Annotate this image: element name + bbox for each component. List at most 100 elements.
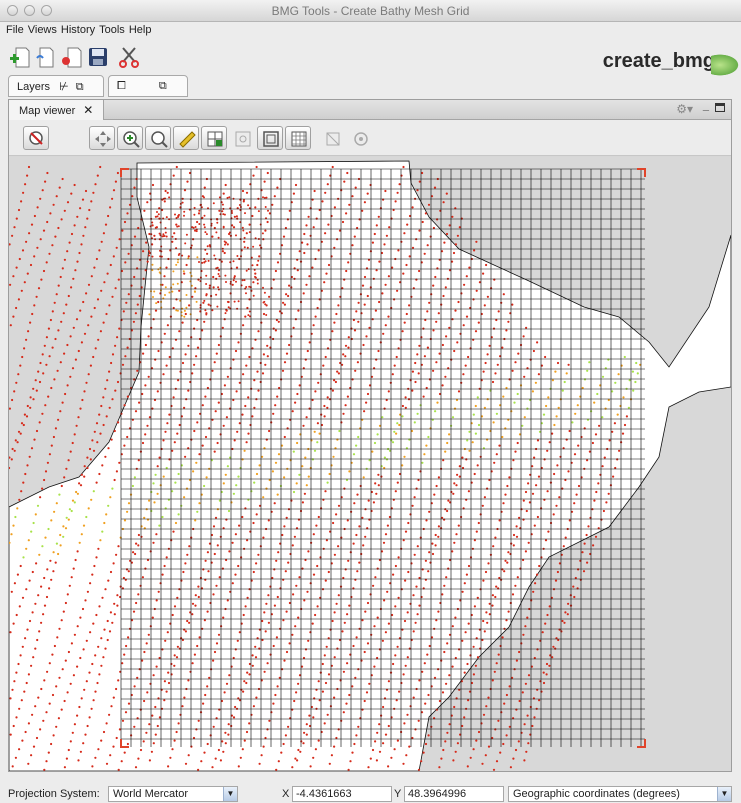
sounding-point	[117, 768, 120, 771]
sounding-point	[273, 195, 276, 198]
sounding-point	[382, 742, 385, 745]
measure-button[interactable]	[173, 126, 199, 150]
sounding-point	[296, 759, 299, 762]
sounding-point	[423, 355, 426, 358]
tab-history-panel[interactable]: ⧠ ⧉	[108, 75, 188, 97]
sounding-point	[535, 484, 538, 487]
sounding-point	[101, 530, 104, 533]
sounding-point	[545, 673, 548, 676]
sounding-point	[148, 313, 151, 316]
pan-button[interactable]	[89, 126, 115, 150]
sounding-point	[43, 604, 47, 607]
sounding-point	[242, 690, 245, 693]
sounding-point	[152, 674, 155, 677]
grid-settings-button[interactable]	[347, 126, 373, 150]
sounding-point	[30, 754, 33, 757]
x-coordinate-field[interactable]: -4.4361663	[292, 786, 392, 802]
restore-panel-icon[interactable]: ⧉	[76, 81, 84, 93]
sounding-point	[282, 301, 285, 304]
remove-document-button[interactable]	[60, 44, 84, 70]
sounding-point	[111, 398, 114, 401]
sounding-point	[232, 279, 235, 282]
close-tab-icon[interactable]: ✕	[83, 103, 93, 117]
coordinate-mode-select[interactable]: Geographic coordinates (degrees) ▼	[508, 786, 732, 802]
sounding-point	[413, 553, 416, 556]
tab-layers[interactable]: Layers ⊬ ⧉	[8, 75, 104, 97]
sounding-point	[10, 533, 13, 536]
grid-resize-icon	[326, 132, 340, 146]
sounding-point	[233, 215, 236, 218]
sounding-point	[241, 413, 244, 416]
bathymetry-map[interactable]	[9, 157, 731, 771]
sounding-point	[415, 487, 418, 490]
sounding-point	[254, 275, 256, 278]
sounding-point	[354, 369, 357, 372]
map-canvas[interactable]	[9, 157, 731, 771]
add-grid-button[interactable]	[201, 126, 227, 150]
clear-selection-button[interactable]	[23, 126, 49, 150]
tab-map-viewer[interactable]: Map viewer ✕	[9, 100, 105, 120]
sounding-point	[121, 662, 124, 665]
sounding-point	[183, 210, 186, 213]
sounding-point	[311, 458, 314, 461]
sounding-point	[45, 595, 49, 599]
menu-tools[interactable]: Tools	[95, 22, 125, 36]
sounding-point	[81, 398, 84, 402]
projection-select[interactable]: World Mercator ▼	[108, 786, 238, 802]
restore-panel-icon-2[interactable]: ⧉	[159, 80, 167, 92]
sounding-point	[60, 619, 63, 622]
sounding-point	[314, 613, 317, 617]
sounding-point	[163, 332, 166, 335]
sounding-point	[17, 208, 21, 212]
sounding-point	[335, 513, 338, 516]
sounding-point	[349, 760, 352, 763]
sounding-point	[13, 582, 16, 585]
sounding-point	[161, 573, 164, 576]
save-button[interactable]	[86, 44, 110, 70]
cut-button[interactable]	[118, 44, 142, 70]
pin-icon[interactable]: ⊬	[59, 81, 69, 93]
sounding-point	[306, 349, 309, 353]
grid-tool-button[interactable]	[229, 126, 255, 150]
zoom-in-button[interactable]	[117, 126, 143, 150]
maximize-view-icon[interactable]	[715, 103, 725, 112]
sounding-point	[462, 324, 465, 327]
sounding-point	[76, 215, 79, 218]
sounding-point	[185, 294, 188, 296]
sounding-point	[49, 212, 52, 215]
fit-grid-button[interactable]	[257, 126, 283, 150]
menu-file[interactable]: File	[0, 22, 24, 36]
sounding-point	[512, 757, 515, 760]
sounding-point	[202, 702, 205, 705]
sounding-point	[531, 724, 534, 728]
view-menu-gear-icon[interactable]: ⚙▾	[676, 102, 693, 116]
sounding-point	[54, 235, 57, 238]
menu-views[interactable]: Views	[24, 22, 57, 36]
sounding-point	[250, 289, 253, 292]
sounding-point	[151, 714, 154, 717]
sounding-point	[623, 355, 626, 359]
add-document-button[interactable]	[8, 44, 32, 70]
sounding-point	[66, 384, 69, 387]
menu-history[interactable]: History	[57, 22, 95, 36]
sounding-point	[246, 539, 249, 542]
sounding-point	[333, 553, 336, 556]
y-coordinate-field[interactable]: 48.3964996	[404, 786, 504, 802]
sounding-point	[50, 578, 53, 581]
menu-help[interactable]: Help	[125, 22, 152, 36]
open-document-button[interactable]	[34, 44, 58, 70]
grid-resize-button[interactable]	[319, 126, 345, 150]
zoom-out-button[interactable]	[145, 126, 171, 150]
sounding-point	[182, 270, 185, 273]
sounding-point	[161, 515, 164, 519]
sounding-point	[486, 353, 489, 356]
sounding-point	[183, 309, 186, 312]
sounding-point	[346, 171, 349, 175]
mesh-grid-button[interactable]	[285, 126, 311, 150]
sounding-point	[477, 730, 481, 734]
sounding-point	[524, 550, 528, 553]
sounding-point	[155, 302, 158, 305]
minimize-view-icon[interactable]: _	[703, 100, 709, 112]
sounding-point	[61, 668, 64, 671]
sounding-point	[252, 294, 255, 297]
